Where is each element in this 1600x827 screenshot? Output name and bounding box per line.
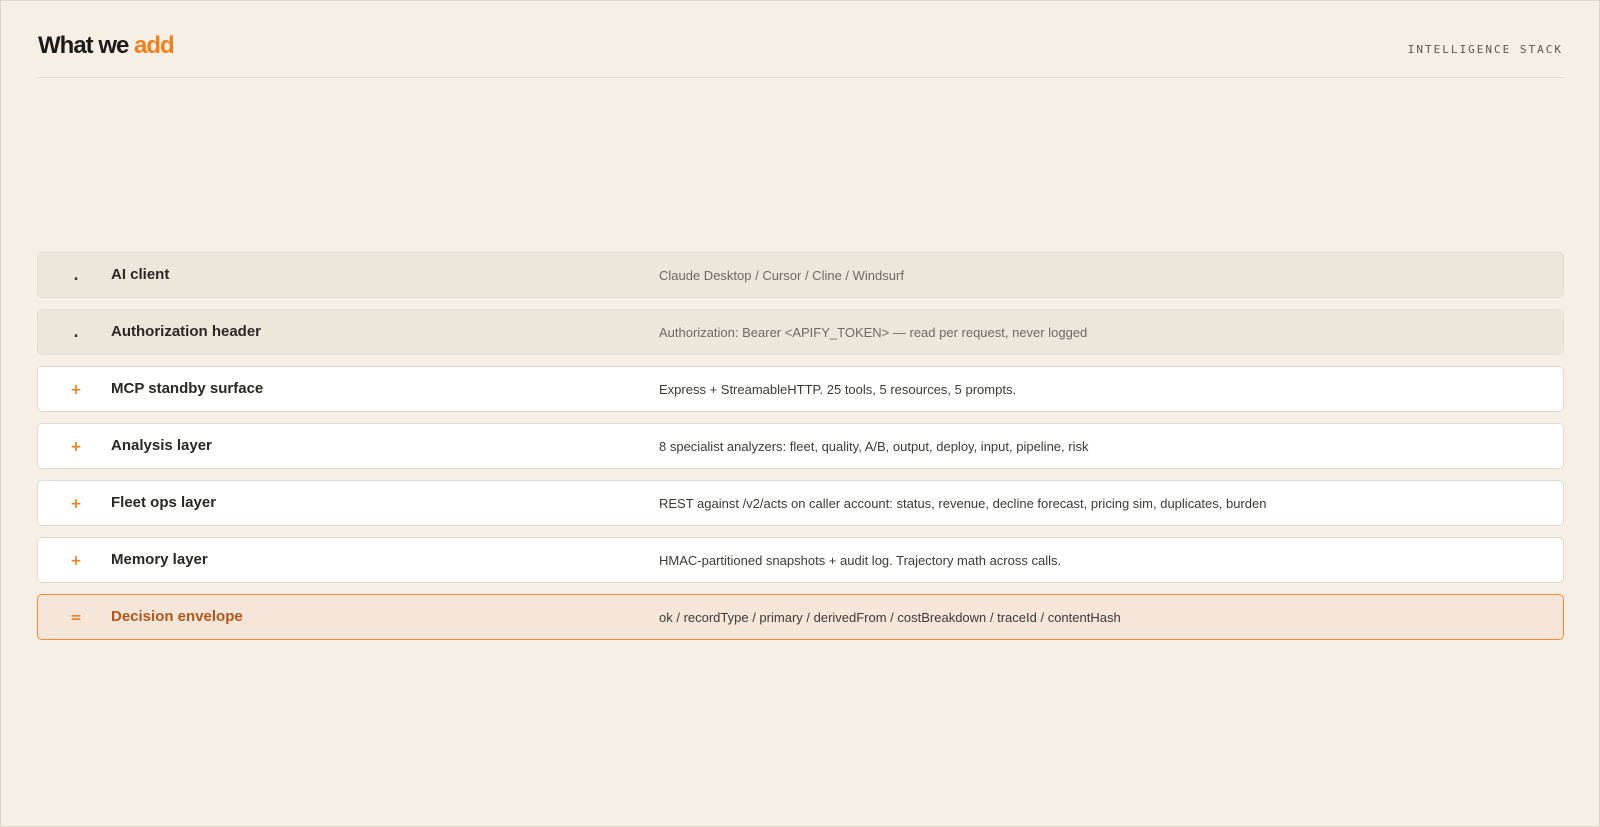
section-header: What we add INTELLIGENCE STACK — [37, 29, 1564, 78]
row-marker-dot-icon: . — [73, 268, 79, 284]
row-marker-plus-icon: + — [70, 496, 82, 512]
page-frame: What we add INTELLIGENCE STACK . AI clie… — [0, 0, 1600, 827]
row-description: REST against /v2/acts on caller account:… — [659, 496, 1267, 511]
row-marker-equals-icon: = — [70, 610, 82, 626]
row-description: ok / recordType / primary / derivedFrom … — [659, 610, 1121, 625]
row-description: 8 specialist analyzers: fleet, quality, … — [659, 439, 1089, 454]
row-name: Memory layer — [111, 551, 208, 568]
stack-row-analysis-layer: + Analysis layer 8 specialist analyzers:… — [37, 423, 1564, 469]
intelligence-stack-list: . AI client Claude Desktop / Cursor / Cl… — [37, 252, 1564, 651]
row-description: Authorization: Bearer <APIFY_TOKEN> — re… — [659, 325, 1088, 340]
stack-row-ai-client: . AI client Claude Desktop / Cursor / Cl… — [37, 252, 1564, 298]
row-marker-plus-icon: + — [70, 553, 82, 569]
row-description: Claude Desktop / Cursor / Cline / Windsu… — [659, 268, 904, 283]
stack-row-decision-envelope: = Decision envelope ok / recordType / pr… — [37, 594, 1564, 640]
section-subtitle: INTELLIGENCE STACK — [1407, 43, 1563, 56]
row-name: Fleet ops layer — [111, 494, 217, 511]
stack-row-mcp-standby-surface: + MCP standby surface Express + Streamab… — [37, 366, 1564, 412]
row-name: AI client — [111, 266, 170, 283]
row-name: Decision envelope — [111, 608, 243, 625]
row-marker-plus-icon: + — [70, 382, 82, 398]
row-name: Authorization header — [111, 323, 262, 340]
stack-row-memory-layer: + Memory layer HMAC-partitioned snapshot… — [37, 537, 1564, 583]
page-title-main: What we — [38, 32, 135, 59]
row-marker-dot-icon: . — [73, 325, 79, 341]
row-name: Analysis layer — [111, 437, 212, 454]
row-name: MCP standby surface — [111, 380, 264, 397]
row-description: Express + StreamableHTTP. 25 tools, 5 re… — [659, 382, 1017, 397]
page-title: What we add — [38, 32, 175, 60]
stack-row-fleet-ops-layer: + Fleet ops layer REST against /v2/acts … — [37, 480, 1564, 526]
stack-row-authorization-header: . Authorization header Authorization: Be… — [37, 309, 1564, 355]
row-marker-plus-icon: + — [70, 439, 82, 455]
page-title-accent: add — [134, 32, 175, 59]
row-description: HMAC-partitioned snapshots + audit log. … — [659, 553, 1062, 568]
